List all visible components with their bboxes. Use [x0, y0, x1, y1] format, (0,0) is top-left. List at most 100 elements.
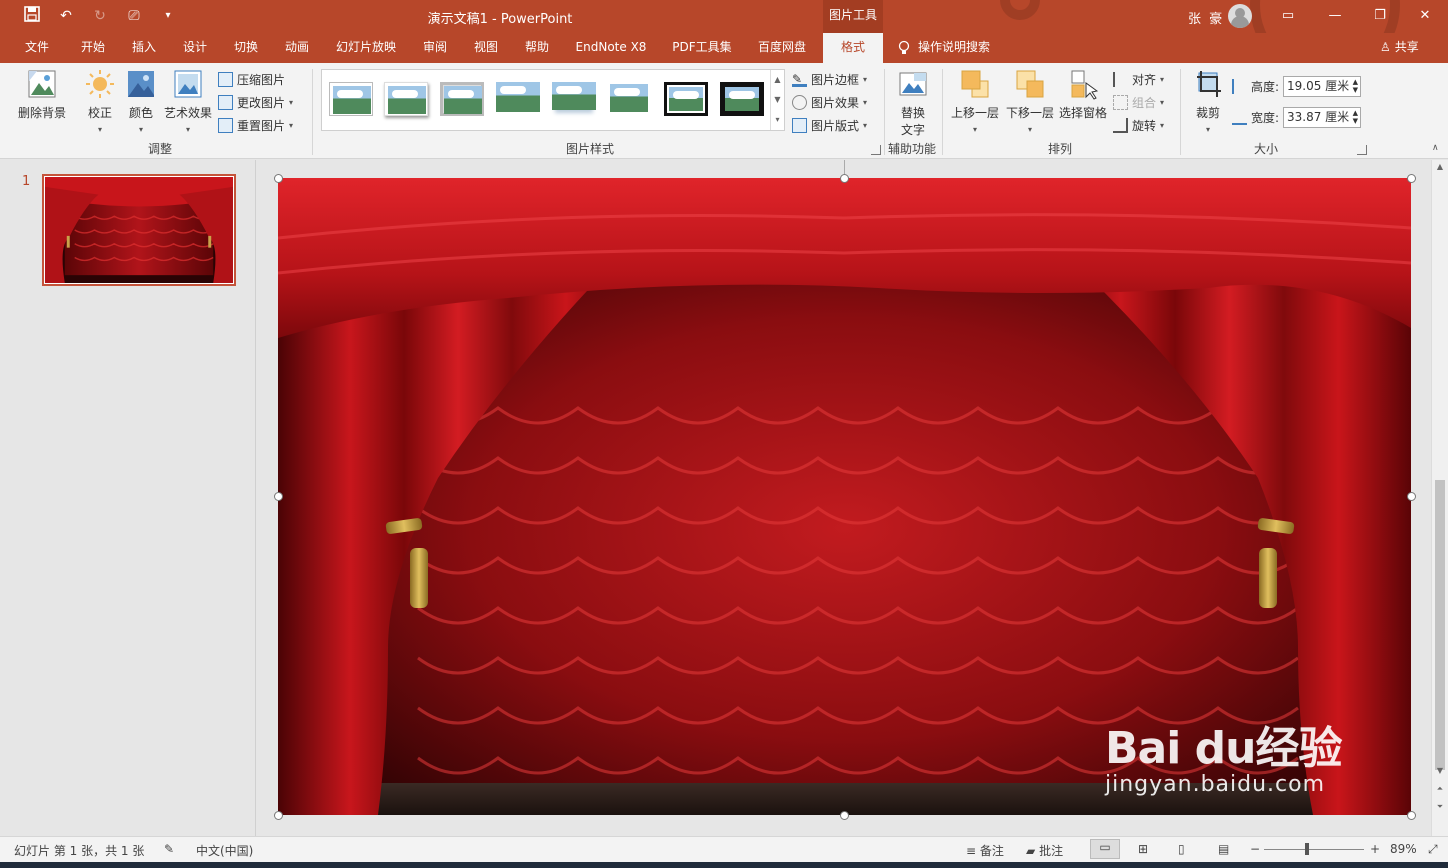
gallery-scroll[interactable]: ▲ ▼ ▾	[770, 70, 784, 130]
tab-file[interactable]: 文件	[14, 33, 60, 63]
slide-thumbnail[interactable]	[42, 174, 236, 286]
style-thumb-7[interactable]	[664, 82, 708, 116]
color-button[interactable]: 颜色 ▾	[122, 69, 160, 135]
next-slide-icon[interactable]: ⏷	[1432, 802, 1448, 812]
user-name[interactable]: 张 豪	[1188, 8, 1224, 27]
tab-design[interactable]: 设计	[172, 33, 218, 63]
comments-button[interactable]: ▰ 批注	[1026, 842, 1063, 859]
minimize-icon[interactable]: —	[1325, 6, 1345, 26]
gallery-more-icon[interactable]: ▾	[771, 110, 784, 130]
tab-slideshow[interactable]: 幻灯片放映	[330, 33, 402, 63]
style-thumb-5[interactable]	[552, 82, 596, 116]
tab-endnote[interactable]: EndNote X8	[568, 33, 654, 63]
resize-handle-bottom-right[interactable]	[1407, 811, 1416, 820]
crop-label: 裁剪	[1195, 106, 1220, 120]
scroll-down-icon[interactable]: ▼	[771, 90, 784, 110]
scrollbar-thumb[interactable]	[1435, 480, 1445, 770]
resize-handle-top[interactable]	[840, 174, 849, 183]
compress-pictures-button[interactable]: 压缩图片	[218, 69, 285, 89]
alt-text-button[interactable]: 替换 文字	[892, 69, 934, 138]
chevron-down-icon: ▾	[138, 125, 143, 134]
spin-arrows-icon[interactable]: ▲ ▼	[1353, 109, 1358, 125]
chevron-down-icon: ▾	[97, 125, 102, 134]
send-backward-button[interactable]: 下移一层 ▾	[1003, 69, 1057, 135]
selection-pane-button[interactable]: 选择窗格	[1056, 69, 1110, 121]
style-thumb-8[interactable]	[720, 82, 764, 116]
style-thumb-3[interactable]	[440, 82, 484, 116]
chevron-down-icon: ▾	[863, 97, 868, 107]
picture-effects-button[interactable]: 图片效果 ▾	[792, 92, 867, 112]
resize-handle-bottom-left[interactable]	[274, 811, 283, 820]
ribbon-display-options-icon[interactable]: ▭	[1278, 6, 1298, 26]
slideshow-icon[interactable]: ▤	[1218, 842, 1229, 856]
resize-handle-right[interactable]	[1407, 492, 1416, 501]
style-thumb-1[interactable]	[329, 82, 373, 116]
change-picture-label: 更改图片	[237, 95, 286, 110]
scroll-up-icon[interactable]: ▲	[771, 70, 784, 90]
vertical-scrollbar[interactable]: ▲ ▼ ⏶ ⏷	[1431, 160, 1448, 836]
style-thumb-6[interactable]	[608, 82, 652, 116]
picture-layout-button[interactable]: 图片版式 ▾	[792, 115, 867, 135]
collapse-ribbon-icon[interactable]: ∧	[1432, 143, 1439, 153]
zoom-slider[interactable]	[1264, 849, 1364, 850]
reading-view-icon[interactable]: ▯	[1178, 842, 1185, 856]
height-input[interactable]: 19.05 厘米 ▲ ▼	[1283, 76, 1361, 97]
tab-home[interactable]: 开始	[70, 33, 116, 63]
zoom-out-icon[interactable]: −	[1250, 842, 1260, 856]
bring-forward-button[interactable]: 上移一层 ▾	[948, 69, 1002, 135]
zoom-level[interactable]: 89%	[1390, 842, 1417, 856]
fit-slide-icon[interactable]: ⤢	[1428, 842, 1438, 857]
crop-button[interactable]: 裁剪 ▾	[1188, 69, 1228, 135]
normal-view-icon[interactable]: ▭	[1090, 839, 1120, 859]
slide-editor: Bai du经验 jingyan.baidu.com	[257, 160, 1431, 836]
avatar[interactable]	[1228, 4, 1252, 28]
share-button[interactable]: ♙ 共享	[1380, 33, 1419, 63]
scroll-up-icon[interactable]: ▲	[1432, 162, 1448, 171]
tab-transitions[interactable]: 切换	[223, 33, 269, 63]
tab-review[interactable]: 审阅	[412, 33, 458, 63]
rotate-button[interactable]: 旋转 ▾	[1113, 115, 1164, 135]
align-button[interactable]: 对齐 ▾	[1113, 69, 1164, 89]
selection-pane-label: 选择窗格	[1058, 106, 1107, 120]
group-button[interactable]: 组合 ▾	[1113, 92, 1164, 112]
slide-sorter-icon[interactable]: ⊞	[1138, 842, 1148, 856]
taskbar-strip	[0, 862, 1448, 868]
spin-arrows-icon[interactable]: ▲ ▼	[1353, 78, 1358, 94]
picture-border-button[interactable]: ✎ 图片边框 ▾	[792, 69, 867, 89]
scroll-down-icon[interactable]: ▼	[1432, 766, 1448, 775]
resize-handle-bottom[interactable]	[840, 811, 849, 820]
resize-handle-top-right[interactable]	[1407, 174, 1416, 183]
picture-styles-gallery: ▲ ▼ ▾	[321, 69, 785, 131]
tell-me-search[interactable]: 操作说明搜索	[898, 33, 990, 63]
spelling-check-icon[interactable]: ✎	[164, 842, 174, 856]
zoom-in-icon[interactable]: +	[1370, 842, 1380, 856]
artistic-effects-button[interactable]: 艺术效果 ▾	[162, 69, 214, 135]
change-picture-button[interactable]: 更改图片 ▾	[218, 92, 293, 112]
bring-forward-label: 上移一层	[950, 106, 999, 120]
tab-help[interactable]: 帮助	[514, 33, 560, 63]
dialog-launcher-icon[interactable]	[871, 145, 881, 155]
language-indicator[interactable]: 中文(中国)	[196, 842, 253, 859]
previous-slide-icon[interactable]: ⏶	[1432, 784, 1448, 794]
notes-button[interactable]: ≡ 备注	[966, 842, 1004, 859]
reset-picture-button[interactable]: 重置图片 ▾	[218, 115, 293, 135]
style-thumb-4[interactable]	[496, 82, 540, 116]
width-input[interactable]: 33.87 厘米 ▲ ▼	[1283, 107, 1361, 128]
tab-insert[interactable]: 插入	[121, 33, 167, 63]
tab-animations[interactable]: 动画	[274, 33, 320, 63]
zoom-slider-thumb[interactable]	[1305, 843, 1309, 855]
tab-view[interactable]: 视图	[463, 33, 509, 63]
restore-icon[interactable]: ❐	[1370, 6, 1390, 26]
dialog-launcher-icon[interactable]	[1357, 145, 1367, 155]
remove-background-button[interactable]: 删除背景	[14, 69, 70, 121]
resize-handle-left[interactable]	[274, 492, 283, 501]
tab-format[interactable]: 格式	[823, 33, 883, 63]
style-thumb-2[interactable]	[384, 82, 428, 116]
corrections-button[interactable]: 校正 ▾	[80, 69, 120, 135]
resize-handle-top-left[interactable]	[274, 174, 283, 183]
tab-pdf-tools[interactable]: PDF工具集	[664, 33, 740, 63]
group-separator	[942, 69, 943, 155]
tab-baidu-netdisk[interactable]: 百度网盘	[748, 33, 816, 63]
align-icon	[1113, 71, 1128, 87]
close-icon[interactable]: ✕	[1415, 6, 1435, 26]
